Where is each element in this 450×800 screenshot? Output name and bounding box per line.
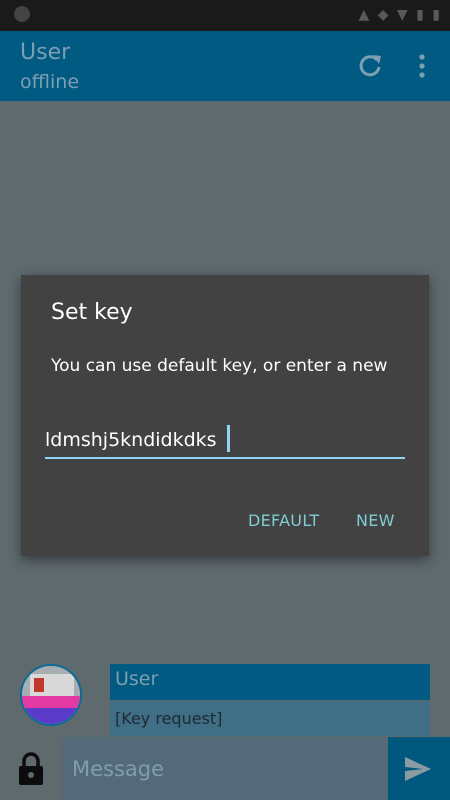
- status-icons: ▲ ◆ ▼ ▮ ▮: [358, 7, 442, 23]
- set-key-dialog: Set key You can use default key, or ente…: [21, 275, 429, 556]
- contact-name: User: [20, 40, 71, 65]
- message-bubble[interactable]: [Key request]: [110, 701, 430, 736]
- refresh-icon[interactable]: [355, 51, 385, 81]
- dialog-message: You can use default key, or enter a new: [51, 356, 388, 376]
- message-sender: User: [110, 664, 430, 700]
- message-input[interactable]: [62, 737, 387, 800]
- more-vert-icon[interactable]: [410, 51, 434, 81]
- new-button[interactable]: NEW: [356, 511, 395, 530]
- app-bar: User offline: [0, 31, 450, 101]
- default-button[interactable]: DEFAULT: [248, 511, 319, 530]
- composer: [0, 737, 450, 800]
- lock-icon[interactable]: [16, 751, 46, 787]
- send-button[interactable]: [388, 737, 450, 800]
- contact-status: offline: [20, 71, 80, 93]
- avatar[interactable]: [20, 664, 82, 726]
- notification-icon: [14, 6, 30, 22]
- key-input[interactable]: [45, 423, 405, 459]
- dialog-title: Set key: [51, 300, 133, 325]
- message-sender-name: User: [115, 668, 159, 690]
- status-bar: ▲ ◆ ▼ ▮ ▮: [0, 0, 450, 31]
- send-icon: [405, 757, 431, 781]
- text-cursor: [227, 425, 230, 452]
- message-text: [Key request]: [115, 709, 223, 728]
